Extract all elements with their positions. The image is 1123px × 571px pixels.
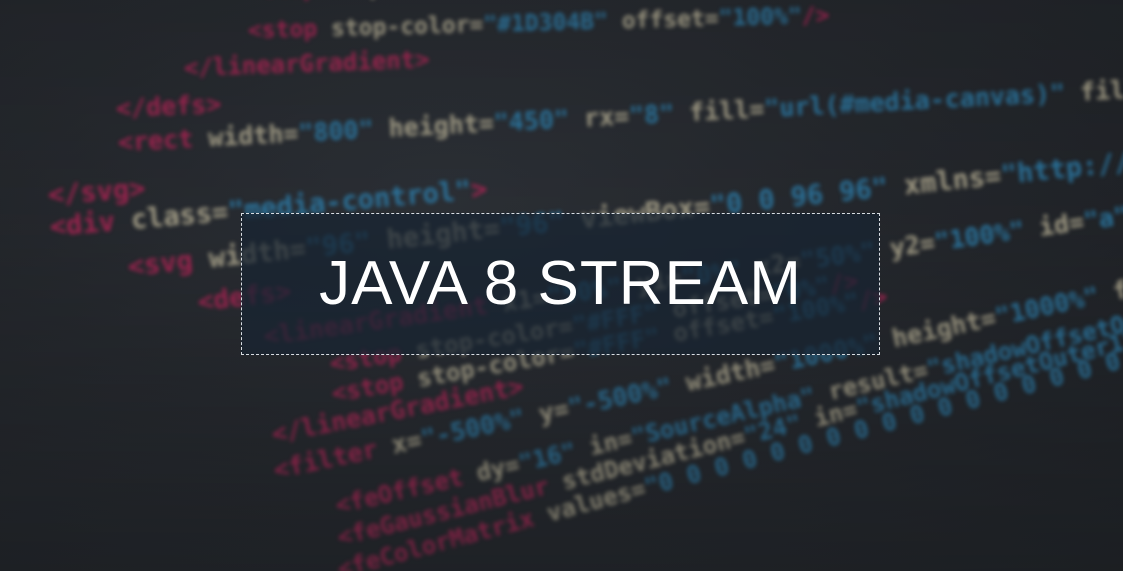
banner-title: JAVA 8 STREAM xyxy=(319,248,802,318)
banner: <stop stop-color="#0D161F" offset="0%"/>… xyxy=(0,0,1123,571)
title-box: JAVA 8 STREAM xyxy=(241,213,880,355)
